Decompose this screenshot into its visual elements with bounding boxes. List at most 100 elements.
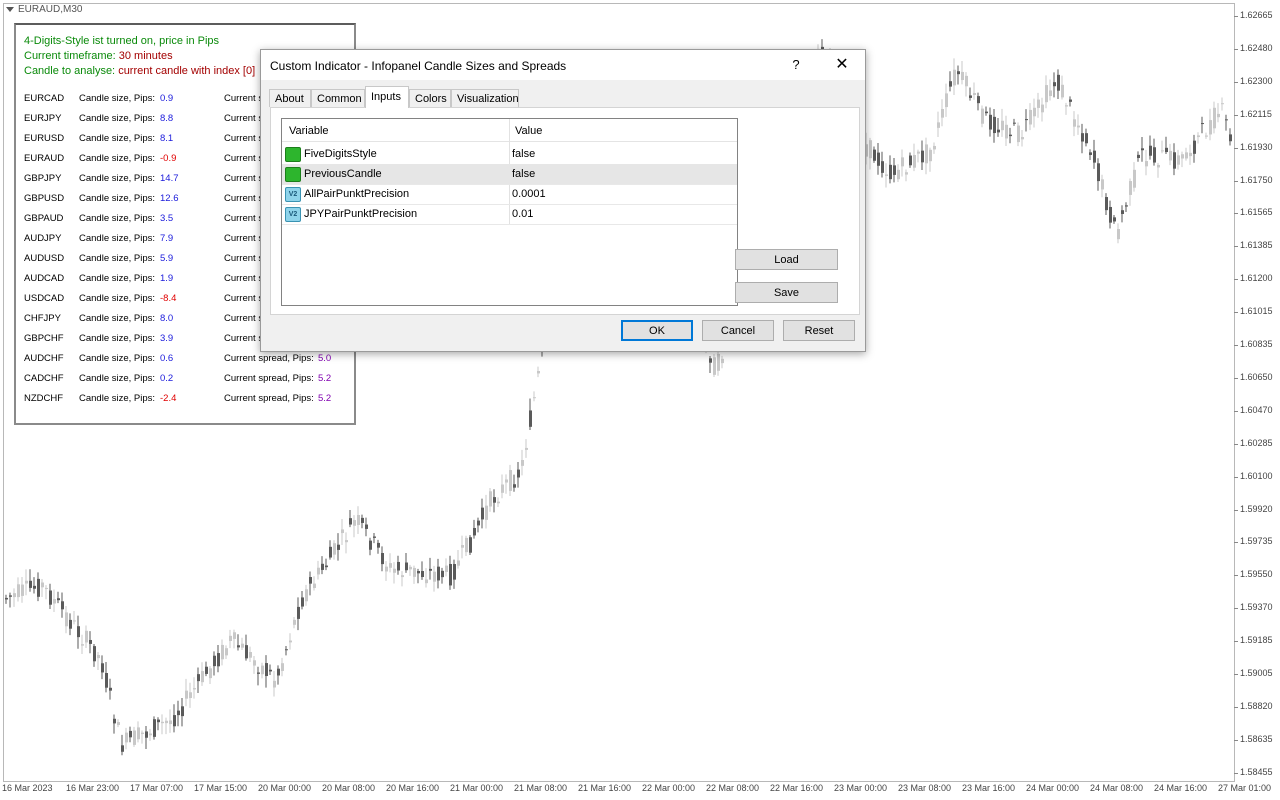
candle-body <box>73 620 76 622</box>
row-spread-label: Current spread, Pips: <box>224 353 314 364</box>
parameter-row[interactable]: V2 AllPairPunktPrecision 0.0001 <box>282 184 737 205</box>
candle-body <box>113 718 116 724</box>
row-symbol: AUDCAD <box>24 273 65 284</box>
tab-colors[interactable]: Colors <box>409 89 451 107</box>
candle-body <box>969 95 972 98</box>
price-tick <box>1234 345 1238 346</box>
row-symbol: EURJPY <box>24 113 62 124</box>
price-tick <box>1234 147 1238 149</box>
dialog-titlebar[interactable]: Custom Indicator - Infopanel Candle Size… <box>261 50 865 80</box>
candle-body <box>317 567 320 575</box>
cancel-button[interactable]: Cancel <box>702 320 774 341</box>
tab-inputs[interactable]: Inputs <box>365 86 409 108</box>
price-tick <box>1234 509 1238 511</box>
parameter-value[interactable]: 0.01 <box>512 208 533 220</box>
row-spread-label: Current s <box>224 93 264 104</box>
candle-body <box>965 75 968 87</box>
candle-body <box>33 585 36 589</box>
parameter-row[interactable]: V2 JPYPairPunktPrecision 0.01 <box>282 204 737 225</box>
tab-visualization[interactable]: Visualization <box>451 89 519 107</box>
candle-body <box>1045 85 1048 103</box>
candle-body <box>1137 154 1140 159</box>
column-variable[interactable]: Variable <box>289 125 329 137</box>
parameter-value[interactable]: 0.0001 <box>512 188 546 200</box>
double-param-icon: V2 <box>285 207 301 222</box>
candle-body <box>1221 103 1224 105</box>
row-candle-value: 14.7 <box>160 173 179 184</box>
tab-about[interactable]: About <box>269 89 311 107</box>
row-candle-label: Candle size, Pips: <box>79 193 156 204</box>
candle-body <box>493 497 496 503</box>
candle-body <box>181 706 184 717</box>
candle-body <box>225 648 228 656</box>
time-label: 17 Mar 07:00 <box>130 783 184 793</box>
candle-body <box>325 565 328 568</box>
candle-body <box>993 116 996 134</box>
candle-body <box>357 515 360 525</box>
candle-body <box>121 745 124 752</box>
candle-body <box>1065 105 1068 107</box>
candle-body <box>509 470 512 491</box>
ok-button[interactable]: OK <box>621 320 693 341</box>
candle-body <box>133 730 136 745</box>
candle-body <box>197 674 200 682</box>
price-label: 1.62665 <box>1240 10 1273 20</box>
candle-body <box>1185 152 1188 159</box>
candle-body <box>1001 120 1004 131</box>
infopanel-candle-index: Candle to analyse: current candle with i… <box>24 65 255 77</box>
candle-body <box>1173 152 1176 169</box>
price-label: 1.60470 <box>1240 404 1273 415</box>
candle-body <box>533 397 536 399</box>
candle-body <box>873 149 876 161</box>
reset-button[interactable]: Reset <box>783 320 855 341</box>
parameter-row[interactable]: PreviousCandle false <box>282 164 737 185</box>
custom-indicator-dialog: Custom Indicator - Infopanel Candle Size… <box>260 49 866 352</box>
dialog-title: Custom Indicator - Infopanel Candle Size… <box>270 59 567 73</box>
candle-body <box>253 660 256 666</box>
help-button[interactable]: ? <box>781 55 811 75</box>
load-button[interactable]: Load <box>735 249 838 270</box>
candle-body <box>161 721 164 724</box>
row-symbol: GBPUSD <box>24 193 65 204</box>
candle-body <box>41 582 44 588</box>
parameter-value[interactable]: false <box>512 148 535 160</box>
candle-body <box>713 357 716 375</box>
candle-body <box>425 579 428 584</box>
save-button[interactable]: Save <box>735 282 838 303</box>
row-candle-label: Candle size, Pips: <box>79 253 156 264</box>
candle-index-value: current candle with index [0] <box>118 65 256 77</box>
row-spread-label: Current s <box>224 153 264 164</box>
candle-body <box>1085 133 1088 144</box>
candle-body <box>909 155 912 166</box>
candle-body <box>989 114 992 130</box>
candle-body <box>109 687 112 691</box>
row-symbol: CHFJPY <box>24 313 61 324</box>
row-candle-value: 8.1 <box>160 133 174 144</box>
parameter-row[interactable]: FiveDigitsStyle false <box>282 144 737 165</box>
row-candle-label: Candle size, Pips: <box>79 273 156 284</box>
row-candle-value: 12.6 <box>160 193 179 204</box>
column-value[interactable]: Value <box>515 125 542 137</box>
candle-body <box>217 653 220 667</box>
price-label: 1.62300 <box>1240 75 1273 86</box>
price-tick <box>1234 706 1238 708</box>
price-label: 1.61565 <box>1240 207 1273 218</box>
candle-body <box>265 663 268 677</box>
row-candle-label: Candle size, Pips: <box>79 93 156 104</box>
row-spread-label: Current s <box>224 333 264 344</box>
candle-body <box>433 571 436 582</box>
candle-body <box>1049 90 1052 97</box>
candle-body <box>937 122 940 128</box>
candle-body <box>421 571 424 578</box>
tab-common[interactable]: Common <box>311 89 365 107</box>
parameter-value[interactable]: false <box>512 168 535 180</box>
candle-body <box>889 164 892 180</box>
candle-body <box>1169 150 1172 161</box>
price-tick <box>1234 377 1238 379</box>
candle-body <box>537 371 540 374</box>
row-symbol: USDCAD <box>24 293 65 304</box>
timeframe-value: 30 minutes <box>118 50 173 62</box>
close-icon[interactable]: ✕ <box>827 55 857 75</box>
parameters-grid: Variable Value FiveDigitsStyle false Previ… <box>281 118 738 306</box>
candle-body <box>81 644 84 646</box>
